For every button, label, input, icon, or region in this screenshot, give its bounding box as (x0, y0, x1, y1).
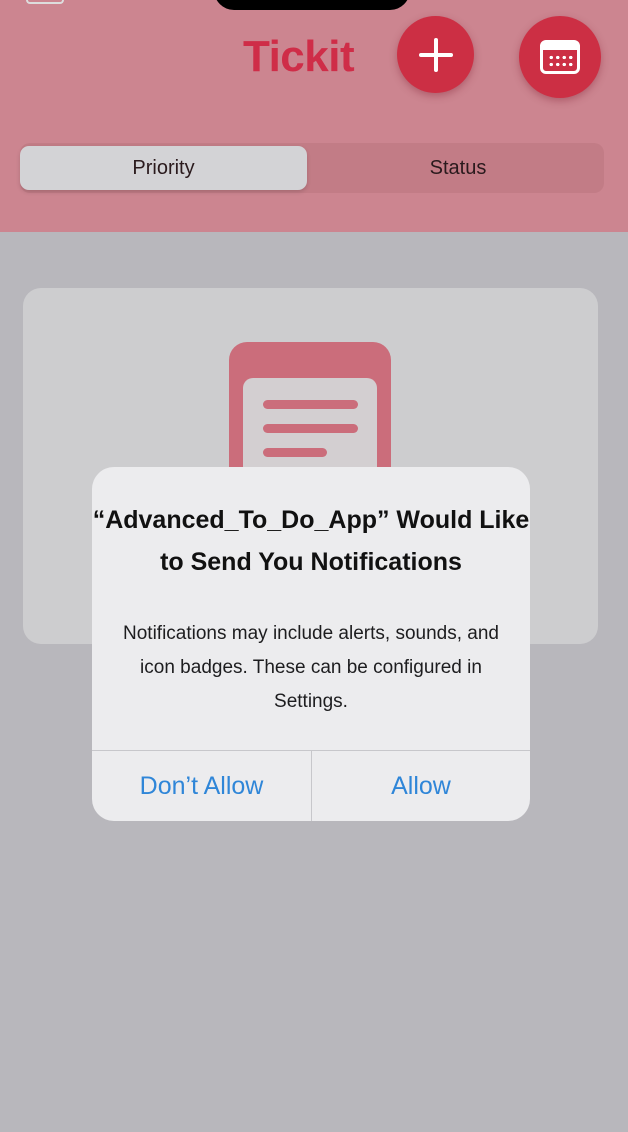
notification-permission-alert: “Advanced_To_Do_App” Would Like to Send … (92, 467, 530, 821)
allow-button[interactable]: Allow (312, 751, 530, 821)
dont-allow-button[interactable]: Don’t Allow (92, 751, 311, 821)
alert-title: “Advanced_To_Do_App” Would Like to Send … (92, 506, 530, 576)
alert-message: Notifications may include alerts, sounds… (123, 623, 499, 712)
